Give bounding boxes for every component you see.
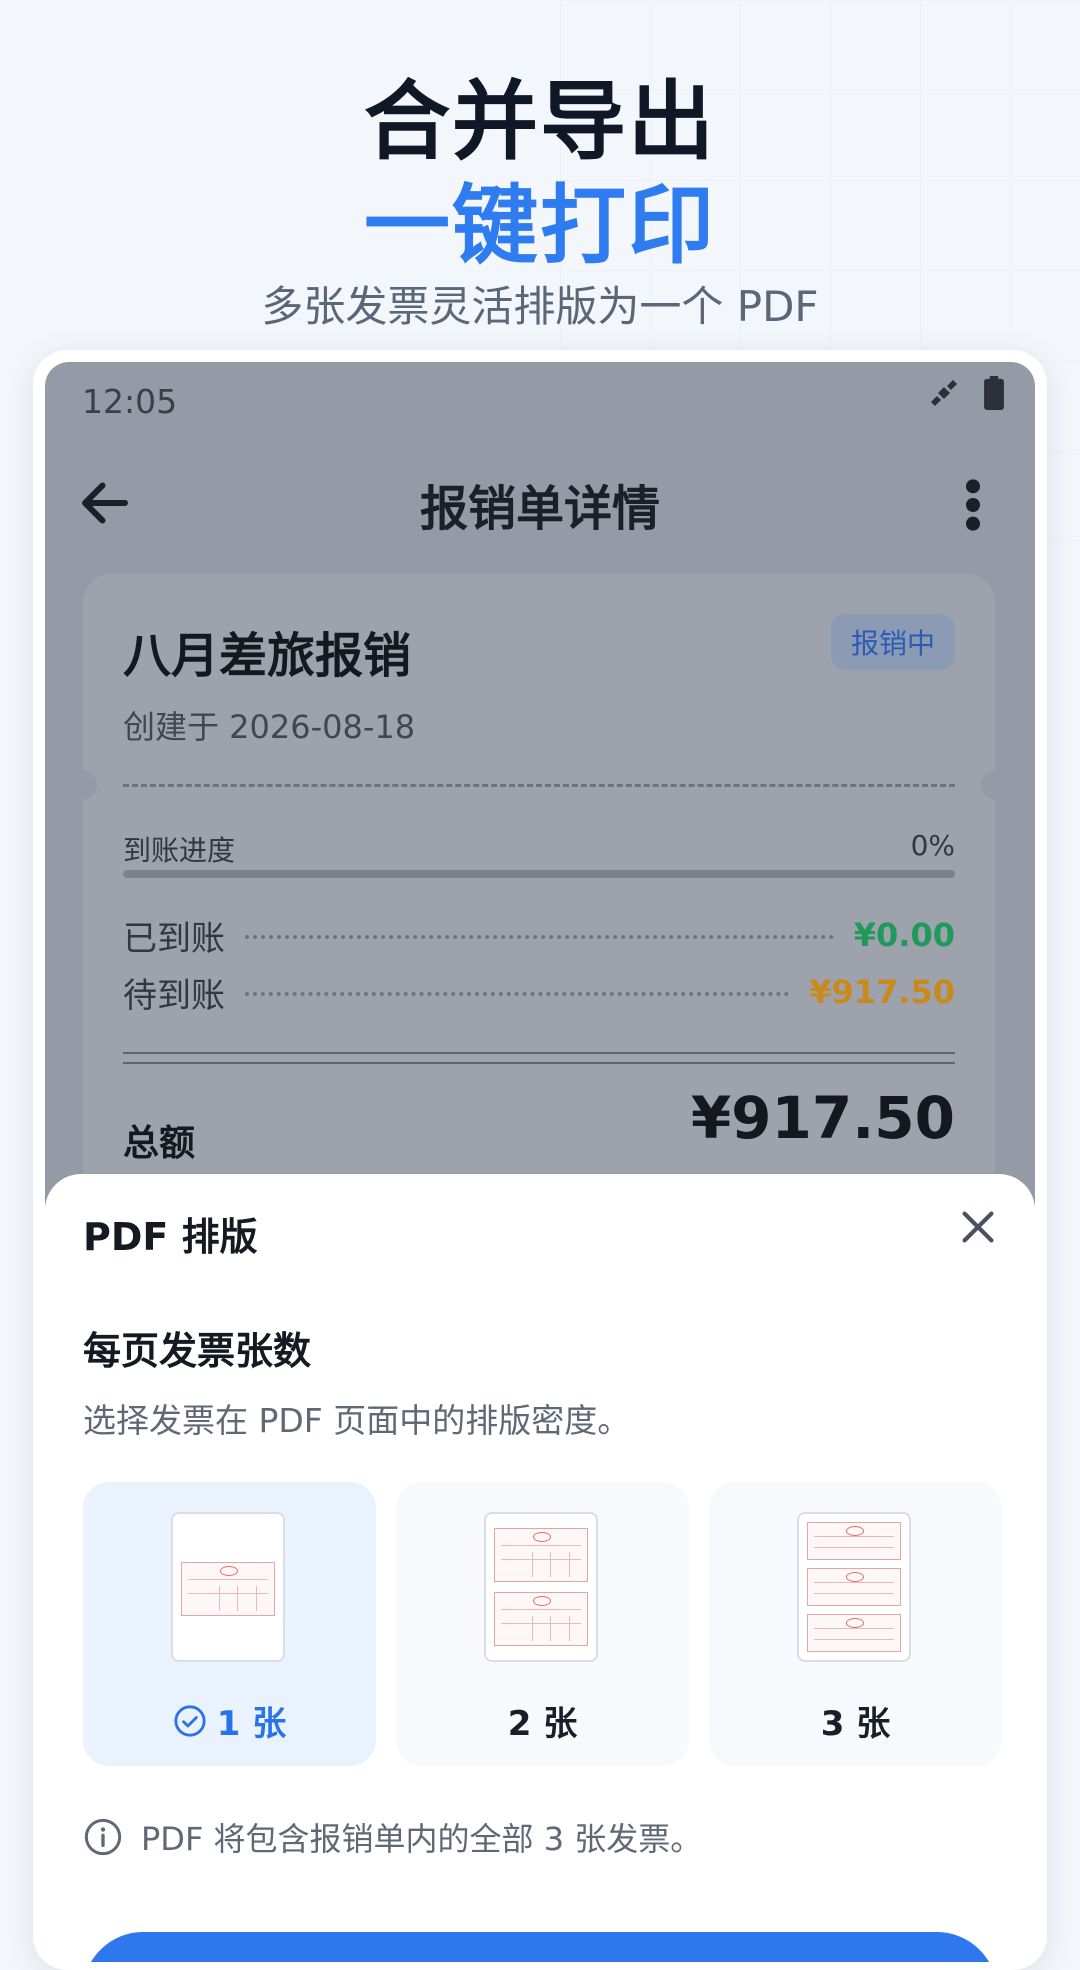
more-menu-button[interactable] — [961, 477, 985, 533]
option-3-per-page[interactable]: 3 张 — [709, 1482, 1002, 1766]
invoice-thumbnail — [807, 1614, 901, 1652]
hero-subtitle: 多张发票灵活排版为一个 PDF — [261, 282, 819, 331]
export-pdf-button[interactable] — [83, 1932, 997, 1962]
report-summary-card: 八月差旅报销 报销中 创建于 2026-08-18 到账进度 0% 已到账 ¥0… — [69, 574, 1009, 1274]
status-icons — [927, 376, 1005, 414]
close-icon — [962, 1211, 994, 1243]
total-divider — [123, 1052, 955, 1064]
option-1-per-page[interactable]: 1 张 — [83, 1482, 376, 1766]
info-icon — [84, 1818, 122, 1856]
option-label: 1 张 — [83, 1696, 376, 1745]
status-badge: 报销中 — [830, 614, 955, 670]
option-2-per-page[interactable]: 2 张 — [396, 1482, 689, 1766]
pdf-layout-bottom-sheet: PDF 排版 每页发票张数 选择发票在 PDF 页面中的排版密度。 1 张 2 … — [45, 1174, 1035, 1962]
page-preview — [484, 1512, 598, 1662]
sheet-title: PDF 排版 — [83, 1215, 258, 1259]
option-label: 2 张 — [507, 1704, 578, 1744]
dotted-leader — [245, 935, 834, 939]
total-amount: ¥917.50 — [690, 1084, 955, 1152]
created-date: 创建于 2026-08-18 — [123, 708, 416, 746]
hero-title-line2: 一键打印 — [364, 176, 716, 276]
info-text: PDF 将包含报销单内的全部 3 张发票。 — [141, 1820, 703, 1858]
close-button[interactable] — [955, 1204, 1001, 1250]
layout-options: 1 张 2 张 3 张 — [83, 1482, 1002, 1766]
battery-icon — [983, 376, 1005, 414]
page-preview — [797, 1512, 911, 1662]
ticket-notch-left — [69, 771, 97, 799]
app-bar: 报销单详情 — [45, 447, 1035, 557]
pending-label: 待到账 — [123, 975, 225, 1016]
ticket-notch-right — [981, 771, 1009, 799]
dashed-divider — [123, 784, 955, 787]
invoice-thumbnail — [807, 1522, 901, 1560]
satellite-icon — [927, 376, 961, 414]
app-screen: 12:05 报销单详情 八月差旅报销 报销中 创建于 2026-08-18 到账… — [45, 362, 1035, 1962]
hero-title-line1: 合并导出 — [364, 72, 716, 172]
total-label: 总额 — [123, 1123, 196, 1164]
pending-row: 待到账 ¥917.50 — [123, 967, 955, 1017]
page-title: 报销单详情 — [419, 481, 660, 537]
status-time: 12:05 — [82, 382, 178, 421]
page-preview — [171, 1512, 285, 1662]
section-title: 每页发票张数 — [83, 1329, 312, 1373]
progress-label: 到账进度 — [123, 834, 236, 867]
option-label: 3 张 — [820, 1704, 891, 1744]
check-circle-icon — [174, 1704, 206, 1737]
received-row: 已到账 ¥0.00 — [123, 910, 955, 960]
dotted-leader — [245, 992, 790, 996]
invoice-thumbnail — [494, 1592, 588, 1646]
more-vertical-icon — [966, 479, 980, 531]
section-description: 选择发票在 PDF 页面中的排版密度。 — [83, 1401, 631, 1440]
pending-amount: ¥917.50 — [809, 973, 955, 1011]
invoice-thumbnail — [494, 1528, 588, 1582]
invoice-thumbnail — [807, 1568, 901, 1606]
received-amount: ¥0.00 — [853, 916, 955, 954]
info-note: PDF 将包含报销单内的全部 3 张发票。 — [83, 1814, 702, 1860]
hero-header: 合并导出 一键打印 多张发票灵活排版为一个 PDF — [0, 70, 1080, 336]
progress-value: 0% — [910, 829, 955, 862]
report-title: 八月差旅报销 — [123, 628, 412, 684]
received-label: 已到账 — [123, 918, 225, 959]
invoice-thumbnail — [181, 1562, 275, 1616]
progress-bar — [123, 870, 955, 878]
